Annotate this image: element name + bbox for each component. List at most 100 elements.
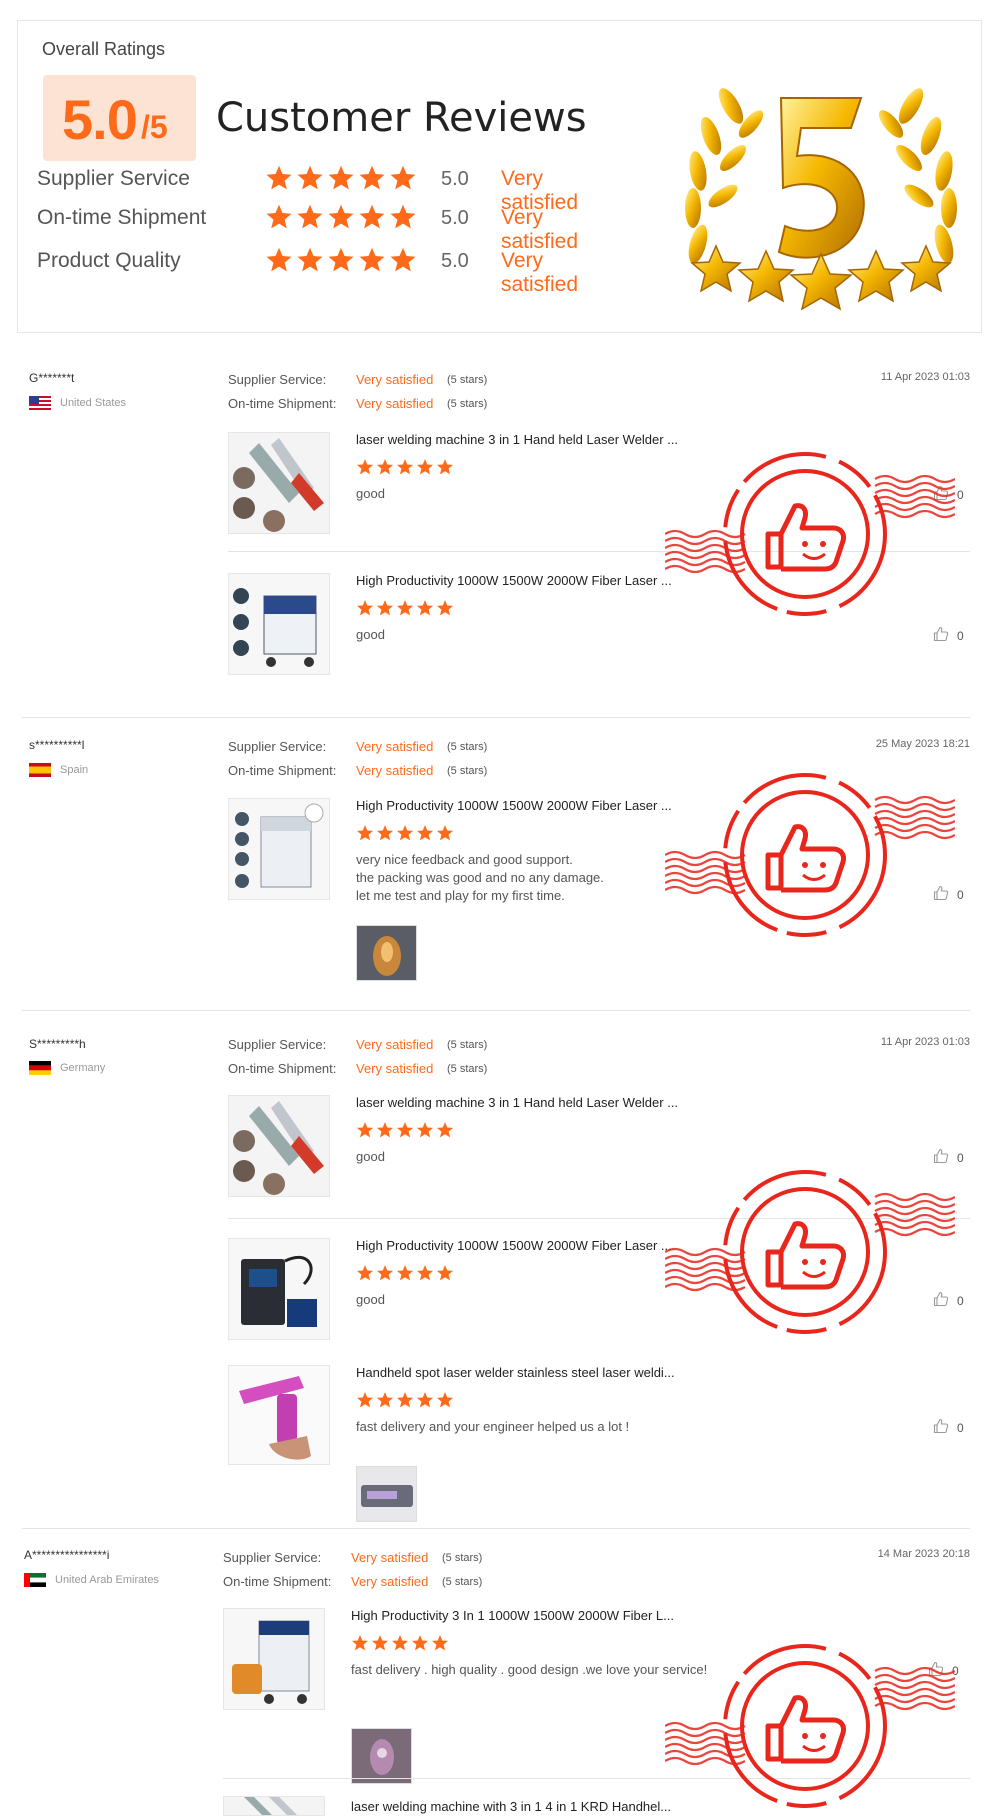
rating-row-on-time-shipment: On-time Shipment 5.0 Very satisfied (37, 203, 597, 253)
star-icon (436, 825, 454, 841)
review-text: fast delivery and your engineer helped u… (356, 1419, 630, 1434)
shipment-count: (5 stars) (442, 1576, 483, 1588)
supplier-service-count: (5 stars) (447, 741, 488, 753)
rating-stars (265, 164, 417, 194)
star-icon (359, 165, 385, 190)
like-count: 0 (957, 1420, 964, 1435)
like-button[interactable]: 0 (933, 626, 964, 645)
product-title[interactable]: laser welding machine 3 in 1 Hand held L… (356, 1095, 678, 1110)
star-icon (297, 204, 323, 229)
country-name: Germany (60, 1062, 106, 1074)
star-icon (356, 600, 374, 616)
product-thumbnail[interactable] (228, 1238, 330, 1340)
star-icon (416, 1122, 434, 1138)
star-icon (436, 600, 454, 616)
like-button[interactable]: 0 (928, 1661, 959, 1680)
item-divider (228, 551, 970, 552)
like-count: 0 (957, 1150, 964, 1165)
shipment-count: (5 stars) (447, 398, 488, 410)
like-count: 0 (957, 628, 964, 643)
like-button[interactable]: 0 (933, 1148, 964, 1167)
review-text: very nice feedback and good support. the… (356, 851, 604, 905)
overall-ratings-title: Overall Ratings (42, 39, 166, 59)
star-icon (356, 1122, 374, 1138)
product-title[interactable]: High Productivity 1000W 1500W 2000W Fibe… (356, 1238, 672, 1253)
star-icon (328, 247, 354, 272)
like-count: 0 (957, 487, 964, 502)
review-text-line: very nice feedback and good support. (356, 852, 573, 867)
uae-flag-icon (24, 1573, 46, 1587)
supplier-service-count: (5 stars) (447, 374, 488, 386)
country-name: United States (60, 397, 127, 409)
review-photo[interactable] (356, 1466, 417, 1522)
overall-ratings-panel: Overall Ratings 5.0 /5 Customer Reviews … (17, 20, 982, 333)
thumbs-up-icon (933, 485, 949, 504)
like-button[interactable]: 0 (933, 485, 964, 504)
buyer-name: S*********h (29, 1037, 86, 1051)
star-icon (396, 825, 414, 841)
review-item: Handheld spot laser welder stainless ste… (228, 1365, 970, 1525)
shipment-label: On-time Shipment: (228, 763, 337, 778)
product-thumbnail[interactable] (228, 432, 330, 534)
review-text: good (356, 1292, 385, 1307)
star-icon (396, 1122, 414, 1138)
product-rating-stars (356, 824, 454, 842)
shipment-value: Very satisfied (356, 763, 434, 778)
supplier-service-count: (5 stars) (442, 1552, 483, 1564)
review-text: fast delivery . high quality . good desi… (351, 1662, 708, 1677)
gold-number-5-laurel-trophy-icon (685, 88, 957, 311)
star-icon (371, 1635, 389, 1651)
rating-stars (265, 246, 417, 276)
customer-reviews-heading: Customer Reviews (216, 95, 587, 141)
supplier-service-label: Supplier Service: (228, 1037, 327, 1052)
like-button[interactable]: 0 (933, 1418, 964, 1437)
star-icon (376, 1122, 394, 1138)
product-title[interactable]: laser welding machine 3 in 1 Hand held L… (356, 432, 678, 447)
review-date: 11 Apr 2023 01:03 (880, 371, 970, 383)
product-title[interactable]: High Productivity 3 In 1 1000W 1500W 200… (351, 1608, 674, 1623)
product-title[interactable]: High Productivity 1000W 1500W 2000W Fibe… (356, 573, 672, 588)
review-text: good (356, 627, 385, 642)
star-icon (297, 165, 323, 190)
rating-row-supplier-service: Supplier Service 5.0 Very satisfied (37, 164, 597, 214)
product-thumbnail[interactable] (223, 1796, 325, 1816)
product-rating-stars (356, 1121, 454, 1139)
star-icon (436, 459, 454, 475)
review-item: High Productivity 3 In 1 1000W 1500W 200… (223, 1608, 970, 1788)
like-button[interactable]: 0 (933, 1291, 964, 1310)
review-card: s**********l Spain Supplier Service: Ver… (22, 718, 970, 1011)
shipment-count: (5 stars) (447, 765, 488, 777)
star-icon (266, 204, 292, 229)
supplier-service-label: Supplier Service: (228, 739, 327, 754)
star-icon (359, 247, 385, 272)
review-photo[interactable] (356, 925, 417, 981)
thumbs-up-icon (933, 885, 949, 904)
product-rating-stars (356, 1264, 454, 1282)
product-thumbnail[interactable] (223, 1608, 325, 1710)
thumbs-up-icon (928, 1661, 944, 1680)
thumbs-up-icon (933, 626, 949, 645)
item-divider (223, 1778, 970, 1779)
review-photo[interactable] (351, 1728, 412, 1784)
shipment-label: On-time Shipment: (223, 1574, 332, 1589)
rating-label: Supplier Service (37, 167, 190, 190)
supplier-service-value: Very satisfied (356, 1037, 434, 1052)
country-name: United Arab Emirates (55, 1574, 159, 1586)
product-title[interactable]: Handheld spot laser welder stainless ste… (356, 1365, 675, 1380)
product-title[interactable]: laser welding machine with 3 in 1 4 in 1… (351, 1799, 671, 1814)
star-icon (390, 165, 416, 190)
product-thumbnail[interactable] (228, 798, 330, 900)
review-item: High Productivity 1000W 1500W 2000W Fibe… (228, 1238, 970, 1348)
product-title[interactable]: High Productivity 1000W 1500W 2000W Fibe… (356, 798, 672, 813)
product-thumbnail[interactable] (228, 1095, 330, 1197)
product-thumbnail[interactable] (228, 1365, 330, 1465)
star-icon (297, 247, 323, 272)
review-text-line: let me test and play for my first time. (356, 888, 565, 903)
buyer-country: United Arab Emirates (24, 1573, 159, 1587)
like-button[interactable]: 0 (933, 885, 964, 904)
star-icon (416, 1392, 434, 1408)
star-icon (431, 1635, 449, 1651)
item-divider (228, 1218, 970, 1219)
star-icon (328, 204, 354, 229)
product-thumbnail[interactable] (228, 573, 330, 675)
